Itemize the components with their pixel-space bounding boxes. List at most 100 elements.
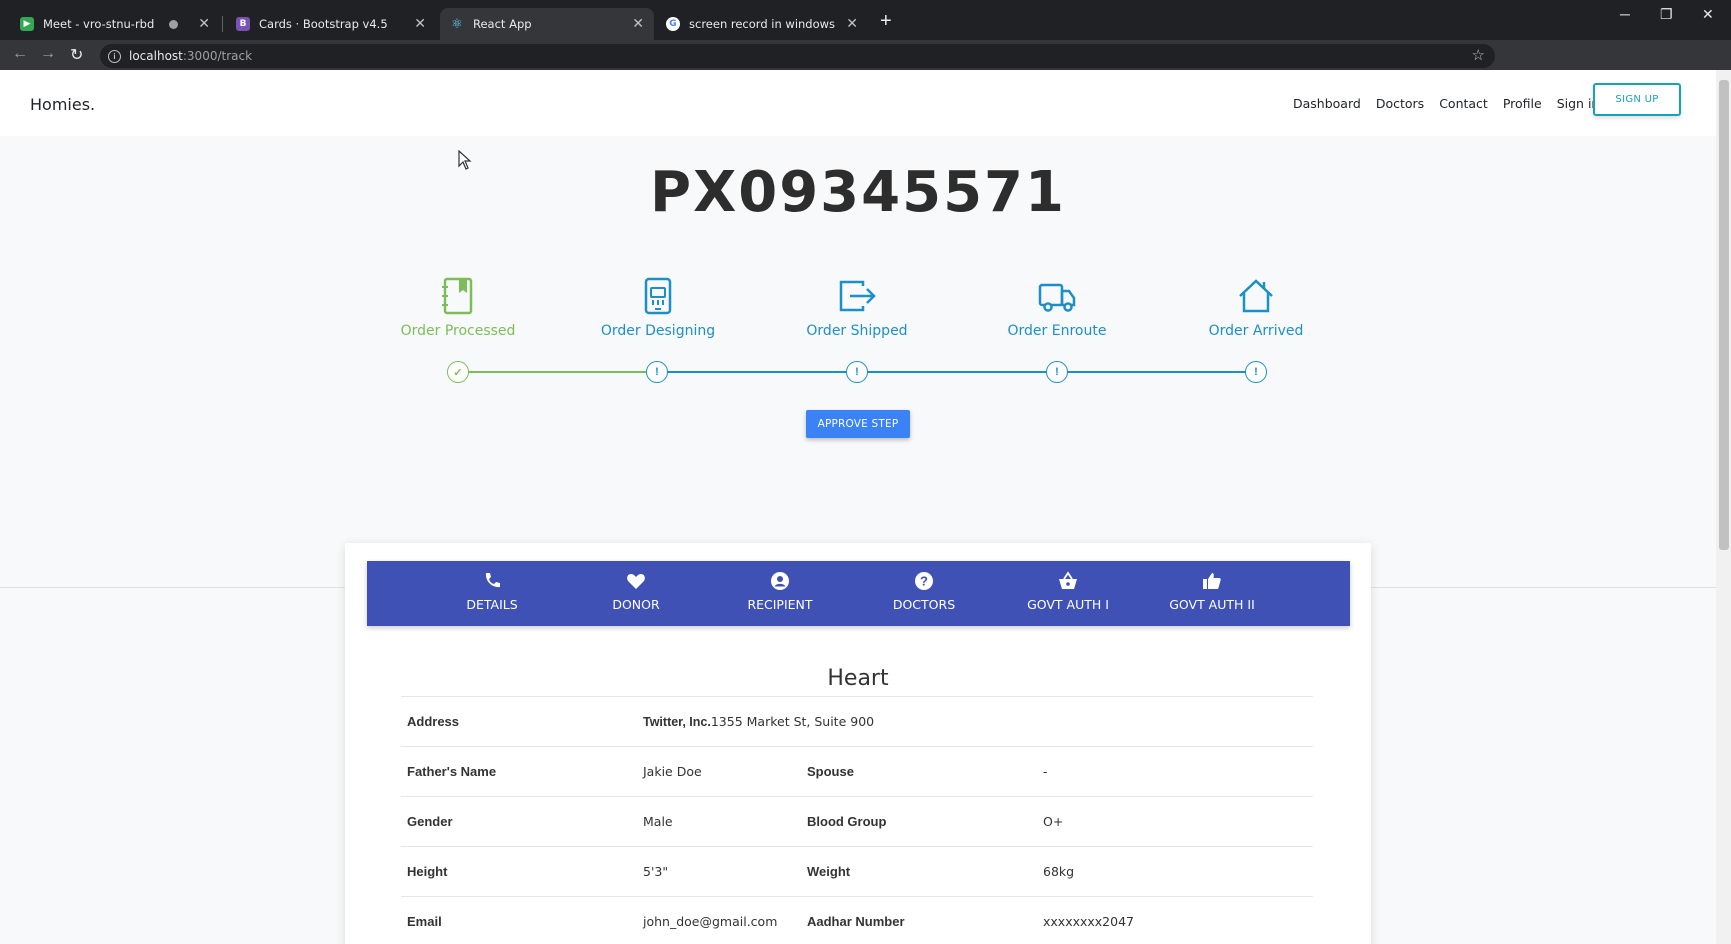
new-tab-button[interactable]: + xyxy=(880,10,892,33)
tab-recipient[interactable]: RECIPIENT xyxy=(708,561,852,626)
step-order-arrived: Order Arrived xyxy=(1156,276,1356,339)
site-navbar: Homies. Dashboard Doctors Contact Profil… xyxy=(0,70,1716,136)
reload-icon[interactable]: ↻ xyxy=(70,45,83,65)
step-order-designing: Order Designing xyxy=(558,276,758,339)
browser-toolbar: ← → ↻ i localhost:3000/track ☆ 🦊 ABP ◐ ▣… xyxy=(0,40,1731,103)
tab-label: GOVT AUTH I xyxy=(1027,597,1109,612)
nav-link-contact[interactable]: Contact xyxy=(1439,96,1488,111)
tab-details[interactable]: DETAILS xyxy=(420,561,564,626)
react-icon: ⚛ xyxy=(451,16,463,32)
heart-icon xyxy=(627,574,645,589)
field-label: Father's Name xyxy=(407,764,497,779)
browser-tab-bootstrap[interactable]: B Cards · Bootstrap v4.5 ✕ xyxy=(226,8,436,40)
step-order-processed: Order Processed xyxy=(358,276,558,339)
field-value: xxxxxxxx2047 xyxy=(1043,914,1134,929)
tab-govt-auth-1[interactable]: GOVT AUTH I xyxy=(996,561,1140,626)
nav-link-doctors[interactable]: Doctors xyxy=(1376,96,1424,111)
nav-link-profile[interactable]: Profile xyxy=(1503,96,1542,111)
basket-icon xyxy=(1059,571,1077,589)
browser-tab-strip: ▶ Meet - vro-stnu-rbd ✕ B Cards · Bootst… xyxy=(0,0,1731,40)
thumbs-up-icon xyxy=(1203,573,1221,589)
tab-label: DETAILS xyxy=(466,597,518,612)
close-window-icon[interactable]: ✕ xyxy=(1702,6,1714,23)
table-row: Gender Male Blood Group O+ xyxy=(401,796,1313,846)
home-icon xyxy=(1239,279,1273,313)
notebook-icon xyxy=(442,277,473,315)
field-label: Gender xyxy=(407,814,453,829)
step-pending-icon: ! xyxy=(1245,361,1267,383)
table-row: Email john_doe@gmail.com Aadhar Number x… xyxy=(401,896,1313,944)
page-scrollbar[interactable] xyxy=(1716,70,1731,944)
browser-tab-meet[interactable]: ▶ Meet - vro-stnu-rbd ✕ xyxy=(10,8,220,40)
field-label: Address xyxy=(407,714,460,729)
address-value: Twitter, Inc.1355 Market St, Suite 900 xyxy=(643,714,875,729)
progress-line-complete xyxy=(458,371,658,373)
detail-tabs: DETAILS DONOR RECIPIENT ? DOCTORS GOVT A… xyxy=(367,561,1350,626)
question-icon: ? xyxy=(915,572,933,590)
nav-link-dashboard[interactable]: Dashboard xyxy=(1293,96,1361,111)
tab-doctors[interactable]: ? DOCTORS xyxy=(852,561,996,626)
field-value: O+ xyxy=(1043,814,1064,829)
close-tab-icon[interactable]: ✕ xyxy=(198,16,210,32)
organ-title: Heart xyxy=(827,666,889,691)
close-tab-icon[interactable]: ✕ xyxy=(632,16,644,32)
table-row: Father's Name Jakie Doe Spouse - xyxy=(401,746,1313,796)
step-label: Order Shipped xyxy=(806,323,908,339)
tab-label: DOCTORS xyxy=(892,597,956,612)
sign-up-button[interactable]: SIGN UP xyxy=(1593,83,1681,116)
bookmark-star-icon[interactable]: ☆ xyxy=(1472,46,1485,64)
order-tracking-section: PX09345571 Order Processed Order Designi xyxy=(0,136,1716,588)
field-label: Email xyxy=(407,914,442,929)
field-value: 5'3" xyxy=(643,864,669,879)
scrollbar-thumb[interactable] xyxy=(1719,80,1729,550)
field-label: Aadhar Number xyxy=(807,914,905,929)
field-label: Spouse xyxy=(807,764,854,779)
back-icon[interactable]: ← xyxy=(12,45,28,63)
tab-donor[interactable]: DONOR xyxy=(564,561,708,626)
tab-divider xyxy=(222,16,223,32)
table-row: Height 5'3" Weight 68kg xyxy=(401,846,1313,896)
truck-icon xyxy=(1038,283,1076,312)
brand-logo[interactable]: Homies. xyxy=(30,95,95,114)
export-icon xyxy=(839,280,876,312)
order-id: PX09345571 xyxy=(650,160,1066,225)
browser-tab-google-search[interactable]: G screen record in windows 10 - Go ✕ xyxy=(656,8,868,40)
organ-detail-card: DETAILS DONOR RECIPIENT ? DOCTORS GOVT A… xyxy=(345,543,1371,944)
svg-text:?: ? xyxy=(920,574,928,589)
forward-icon[interactable]: → xyxy=(40,45,56,63)
field-value: john_doe@gmail.com xyxy=(643,914,778,929)
step-label: Order Enroute xyxy=(1007,323,1107,339)
bootstrap-icon: B xyxy=(236,17,250,31)
address-bar[interactable]: i localhost:3000/track ☆ xyxy=(100,44,1495,68)
tab-govt-auth-2[interactable]: GOVT AUTH II xyxy=(1140,561,1284,626)
approve-step-button[interactable]: APPROVE STEP xyxy=(806,410,910,438)
mouse-cursor-icon xyxy=(458,150,472,170)
step-label: Order Processed xyxy=(400,323,516,339)
step-label: Order Arrived xyxy=(1208,323,1304,339)
step-label: Order Designing xyxy=(600,323,716,339)
tab-label: GOVT AUTH II xyxy=(1169,597,1255,612)
close-tab-icon[interactable]: ✕ xyxy=(414,16,426,32)
nav-links: Dashboard Doctors Contact Profile Sign i… xyxy=(1293,96,1614,111)
step-check-icon: ✓ xyxy=(447,361,469,383)
field-value: 68kg xyxy=(1043,864,1075,879)
meet-icon: ▶ xyxy=(20,17,34,31)
field-value: Male xyxy=(643,814,673,829)
close-tab-icon[interactable]: ✕ xyxy=(846,16,858,32)
minimize-window-icon[interactable]: ─ xyxy=(1620,6,1630,22)
step-order-enroute: Order Enroute xyxy=(957,276,1157,339)
account-icon xyxy=(771,572,789,590)
recording-indicator-icon xyxy=(169,19,179,29)
field-value: Jakie Doe xyxy=(643,764,702,779)
tab-title: Meet - vro-stnu-rbd xyxy=(43,17,155,31)
restore-window-icon[interactable]: ❐ xyxy=(1660,6,1673,23)
url-text: localhost:3000/track xyxy=(129,49,253,63)
details-table: Address Twitter, Inc.1355 Market St, Sui… xyxy=(401,696,1313,944)
page-viewport: Homies. Dashboard Doctors Contact Profil… xyxy=(0,70,1731,944)
tab-title: Cards · Bootstrap v4.5 xyxy=(259,17,388,31)
google-icon: G xyxy=(666,17,680,31)
step-pending-icon: ! xyxy=(1046,361,1068,383)
device-icon xyxy=(644,277,672,315)
site-info-icon[interactable]: i xyxy=(108,49,121,63)
browser-tab-react-app[interactable]: ⚛ React App ✕ xyxy=(440,8,654,40)
